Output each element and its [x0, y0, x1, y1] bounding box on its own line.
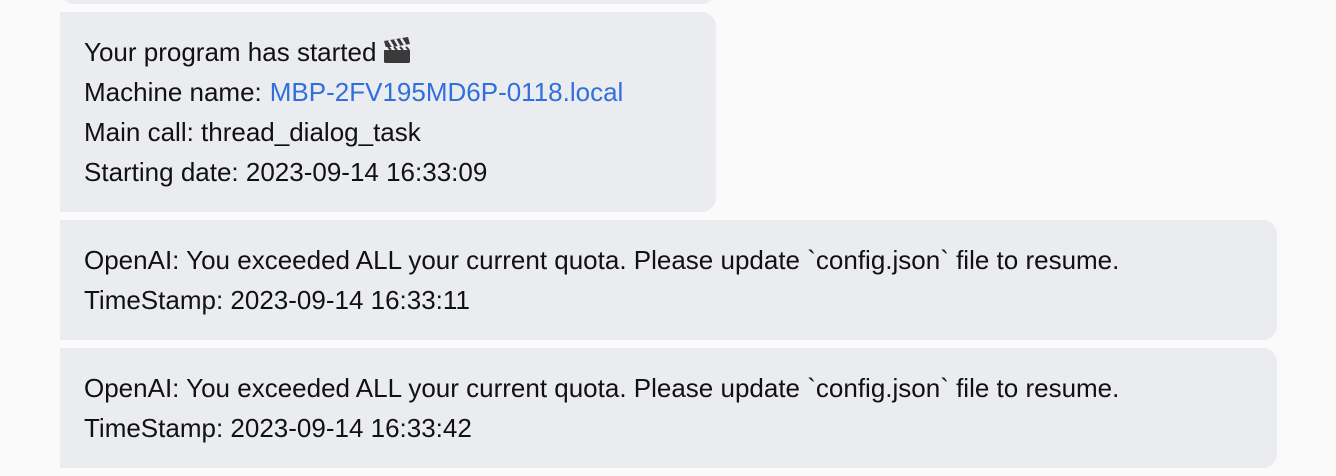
machine-name-line: Machine name: MBP-2FV195MD6P-0118.local [84, 72, 716, 112]
machine-name-label: Machine name: [84, 77, 262, 107]
message-timestamp: TimeStamp: 2023-09-14 16:33:42 [84, 413, 472, 443]
message-title: Your program has started [84, 37, 377, 67]
quota-error-text: OpenAI: You exceeded ALL your current qu… [84, 245, 1120, 275]
program-started-message: Your program has started Machine name: MB… [60, 12, 716, 212]
previous-message-bubble [60, 0, 716, 4]
quota-error-text: OpenAI: You exceeded ALL your current qu… [84, 373, 1120, 403]
message-title-line: Your program has started [84, 32, 716, 72]
starting-date-line: Starting date: 2023-09-14 16:33:09 [84, 157, 488, 187]
main-call-line: Main call: thread_dialog_task [84, 117, 421, 147]
quota-error-message: OpenAI: You exceeded ALL your current qu… [60, 348, 1277, 468]
quota-error-message: OpenAI: You exceeded ALL your current qu… [60, 220, 1277, 340]
message-timestamp: TimeStamp: 2023-09-14 16:33:11 [84, 285, 470, 315]
clapperboard-icon [384, 37, 411, 64]
machine-name-link[interactable]: MBP-2FV195MD6P-0118.local [270, 77, 624, 107]
